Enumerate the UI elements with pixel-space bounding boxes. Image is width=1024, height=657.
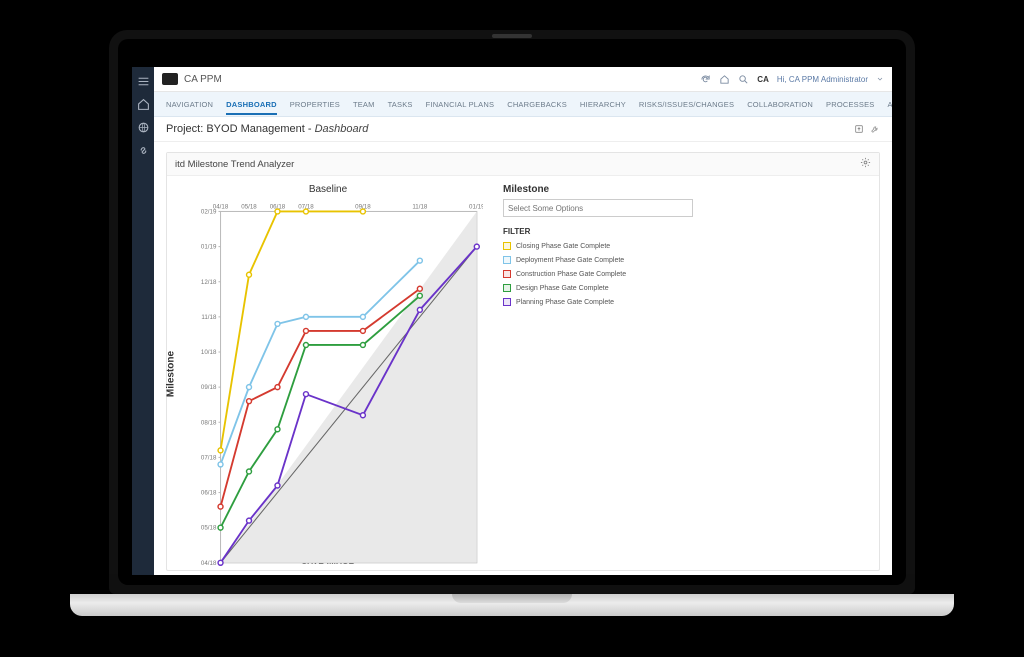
svg-text:08/18: 08/18 bbox=[201, 419, 217, 426]
svg-text:10/18: 10/18 bbox=[201, 349, 217, 356]
tab-risks-issues-changes[interactable]: RISKS/ISSUES/CHANGES bbox=[639, 100, 734, 109]
search-icon[interactable] bbox=[738, 74, 749, 85]
legend-label: Planning Phase Gate Complete bbox=[516, 299, 614, 306]
svg-text:05/18: 05/18 bbox=[201, 525, 217, 532]
tab-processes[interactable]: PROCESSES bbox=[826, 100, 874, 109]
legend-label: Closing Phase Gate Complete bbox=[516, 243, 610, 250]
legend-item[interactable]: Construction Phase Gate Complete bbox=[503, 270, 693, 278]
nav-tabs: NAVIGATION DASHBOARD PROPERTIES TEAM TASKS FI… bbox=[154, 92, 892, 117]
legend-item[interactable]: Deployment Phase Gate Complete bbox=[503, 256, 693, 264]
wrench-icon[interactable] bbox=[870, 124, 880, 134]
legend-swatch bbox=[503, 284, 511, 292]
legend: Closing Phase Gate Complete Deployment Ph… bbox=[503, 242, 693, 306]
home-small-icon[interactable] bbox=[719, 74, 730, 85]
milestone-select[interactable] bbox=[503, 199, 693, 217]
milestone-panel: itd Milestone Trend Analyzer Baseline bbox=[166, 152, 880, 571]
svg-text:04/18: 04/18 bbox=[201, 560, 217, 567]
panel-title: itd Milestone Trend Analyzer bbox=[175, 159, 294, 170]
page-title: Project: BYOD Management - Dashboard bbox=[166, 123, 368, 135]
tab-hierarchy[interactable]: HIERARCHY bbox=[580, 100, 626, 109]
tab-team[interactable]: TEAM bbox=[353, 100, 375, 109]
tab-advanced-resource-planning[interactable]: ADVANCED RESOURCE PLANNING bbox=[887, 100, 892, 109]
svg-text:05/18: 05/18 bbox=[241, 203, 257, 210]
gear-icon[interactable] bbox=[860, 157, 871, 168]
svg-text:11/18: 11/18 bbox=[201, 314, 217, 321]
svg-text:11/18: 11/18 bbox=[412, 203, 428, 210]
legend-item[interactable]: Design Phase Gate Complete bbox=[503, 284, 693, 292]
tab-financial-plans[interactable]: FINANCIAL PLANS bbox=[426, 100, 495, 109]
topbar: CA PPM CA Hi, CA PPM Administrator bbox=[154, 67, 892, 92]
legend-item[interactable]: Closing Phase Gate Complete bbox=[503, 242, 693, 250]
home-icon[interactable] bbox=[137, 98, 150, 111]
app-name: CA PPM bbox=[184, 74, 222, 85]
x-axis-title: Baseline bbox=[173, 184, 483, 195]
filter-heading: FILTER bbox=[503, 227, 693, 236]
legend-label: Construction Phase Gate Complete bbox=[516, 271, 626, 278]
svg-text:01/19: 01/19 bbox=[469, 203, 483, 210]
tab-navigation[interactable]: NAVIGATION bbox=[166, 100, 213, 109]
svg-text:06/18: 06/18 bbox=[201, 490, 217, 497]
user-greeting[interactable]: Hi, CA PPM Administrator bbox=[777, 75, 868, 84]
legend-swatch bbox=[503, 298, 511, 306]
svg-text:07/18: 07/18 bbox=[201, 454, 217, 461]
tab-collaboration[interactable]: COLLABORATION bbox=[747, 100, 813, 109]
tab-dashboard[interactable]: DASHBOARD bbox=[226, 100, 277, 115]
tab-properties[interactable]: PROPERTIES bbox=[290, 100, 340, 109]
refresh-icon[interactable] bbox=[700, 74, 711, 85]
legend-label: Deployment Phase Gate Complete bbox=[516, 257, 624, 264]
tab-chargebacks[interactable]: CHARGEBACKS bbox=[507, 100, 567, 109]
chevron-down-icon[interactable] bbox=[876, 75, 884, 83]
milestone-chart: Milestone 04/1805/1806/1807/1809/1811/18… bbox=[173, 197, 483, 551]
link-icon[interactable] bbox=[137, 144, 150, 157]
legend-label: Design Phase Gate Complete bbox=[516, 285, 609, 292]
svg-text:01/19: 01/19 bbox=[201, 244, 217, 251]
legend-swatch bbox=[503, 256, 511, 264]
page-titlebar: Project: BYOD Management - Dashboard bbox=[154, 117, 892, 142]
left-rail: Phoenix UI by itdesign (0.1.0.master.26) bbox=[132, 67, 154, 575]
brand-mini: CA bbox=[757, 75, 769, 84]
legend-swatch bbox=[503, 242, 511, 250]
legend-item[interactable]: Planning Phase Gate Complete bbox=[503, 298, 693, 306]
svg-text:09/18: 09/18 bbox=[201, 384, 217, 391]
export-icon[interactable] bbox=[854, 124, 864, 134]
brand-logo bbox=[162, 73, 178, 85]
svg-text:12/18: 12/18 bbox=[201, 279, 217, 286]
hamburger-icon[interactable] bbox=[137, 75, 150, 88]
svg-text:02/19: 02/19 bbox=[201, 209, 217, 216]
milestone-heading: Milestone bbox=[503, 184, 693, 195]
tab-tasks[interactable]: TASKS bbox=[388, 100, 413, 109]
globe-icon[interactable] bbox=[137, 121, 150, 134]
legend-swatch bbox=[503, 270, 511, 278]
